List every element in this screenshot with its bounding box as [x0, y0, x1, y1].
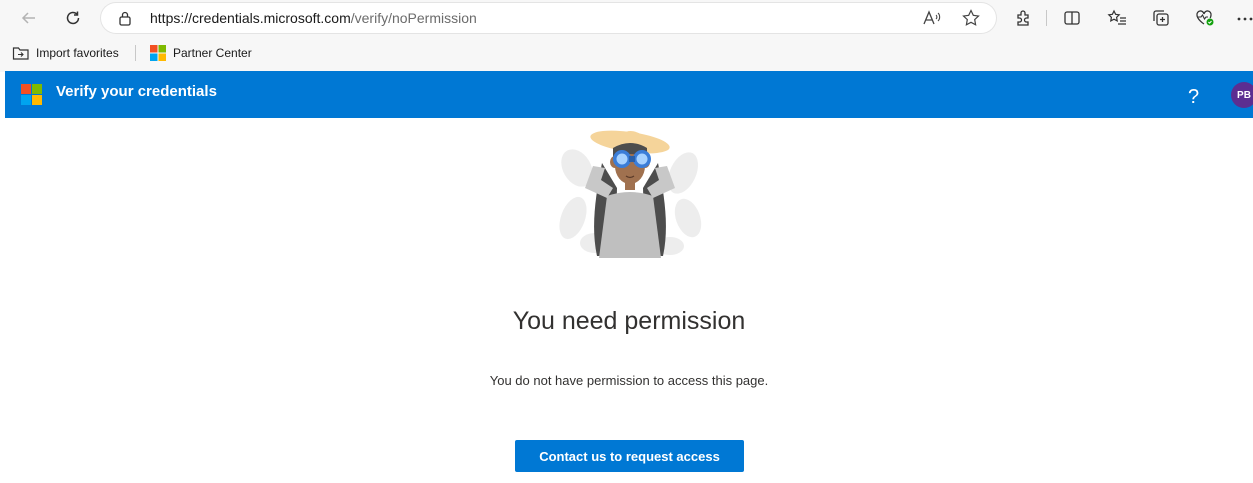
page-heading: You need permission [512, 307, 746, 335]
favorite-label: Import favorites [36, 46, 119, 60]
app-title: Verify your credentials [56, 83, 217, 100]
browser-toolbar: https://credentials.microsoft.com/verify… [0, 0, 1253, 36]
lock-icon[interactable] [118, 10, 132, 31]
heart-pulse-icon[interactable] [1191, 4, 1219, 32]
woman-with-binoculars-illustration [555, 118, 705, 263]
microsoft-logo-icon[interactable] [21, 84, 42, 105]
url-text[interactable]: https://credentials.microsoft.com/verify… [150, 10, 477, 26]
split-screen-icon[interactable] [1058, 4, 1086, 32]
permission-message: You do not have permission to access thi… [489, 373, 769, 388]
url-host: https://credentials.microsoft.com [150, 10, 351, 26]
extensions-icon[interactable] [1010, 4, 1038, 32]
read-aloud-icon[interactable] [922, 8, 942, 28]
request-access-button[interactable]: Contact us to request access [515, 440, 744, 472]
import-favorites-icon [12, 45, 30, 61]
app-header: Verify your credentials ? PB [5, 71, 1253, 118]
browser-chrome: https://credentials.microsoft.com/verify… [0, 0, 1253, 72]
refresh-icon[interactable] [59, 4, 87, 32]
collections-icon[interactable] [1147, 4, 1175, 32]
help-icon[interactable]: ? [1188, 87, 1199, 107]
favorites-divider [135, 45, 136, 61]
favorites-bar: Import favorites Partner Center [0, 38, 1253, 68]
avatar[interactable]: PB [1231, 82, 1253, 108]
toolbar-divider [1046, 10, 1047, 26]
favorite-partner-center[interactable]: Partner Center [149, 43, 252, 63]
back-arrow-icon[interactable] [15, 4, 43, 32]
microsoft-logo-icon [149, 45, 167, 61]
favorite-import-favorites[interactable]: Import favorites [12, 43, 119, 63]
star-icon[interactable] [961, 8, 981, 28]
address-bar[interactable]: https://credentials.microsoft.com/verify… [101, 3, 996, 33]
favorites-list-icon[interactable] [1103, 4, 1131, 32]
more-icon[interactable] [1236, 4, 1253, 32]
url-path: /verify/noPermission [350, 10, 477, 26]
favorite-label: Partner Center [173, 46, 252, 60]
